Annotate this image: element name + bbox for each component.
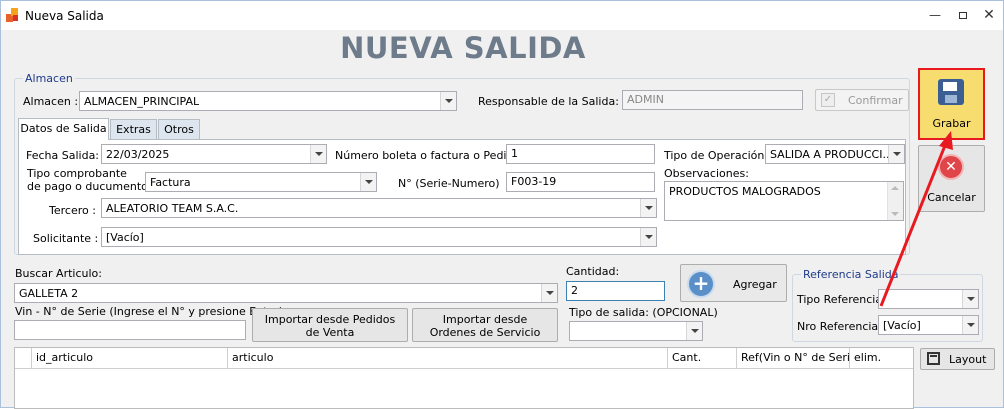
cancel-icon: ✕: [938, 154, 964, 180]
grid-col-ref[interactable]: Ref(Vin o N° de Seri...: [737, 348, 850, 368]
save-icon: [938, 79, 964, 105]
title-bar: Nueva Salida — ✕: [1, 1, 1003, 30]
almacen-label: Almacen :: [23, 95, 79, 108]
buscar-articulo-label: Buscar Articulo:: [15, 267, 102, 280]
tipo-operacion-label: Tipo de Operación:: [664, 149, 769, 162]
almacen-group-title: Almacen: [23, 72, 75, 85]
tipo-comprobante-combo[interactable]: Factura: [145, 172, 377, 192]
numero-label: Número boleta o factura o Pedido: [335, 149, 521, 162]
tercero-combo[interactable]: ALEATORIO TEAM S.A.C.: [101, 198, 657, 218]
add-icon: +: [687, 270, 715, 298]
agregar-button[interactable]: + Agregar: [680, 264, 787, 302]
layout-button[interactable]: Layout: [920, 348, 995, 370]
tipo-referencia-combo[interactable]: [878, 289, 979, 309]
cantidad-field[interactable]: 2: [566, 281, 665, 301]
layout-icon: [927, 352, 940, 365]
referencia-group-title: Referencia Salida: [801, 268, 901, 281]
observaciones-label: Observaciones:: [664, 167, 749, 180]
tab-otros[interactable]: Otros: [158, 119, 200, 140]
minimize-icon[interactable]: —: [923, 5, 947, 25]
confirmar-button[interactable]: ✓ Confirmar: [815, 89, 909, 111]
nro-referencia-label: Nro Referencia: [797, 320, 879, 333]
observaciones-field[interactable]: PRODUCTOS MALOGRADOS: [664, 181, 904, 221]
nro-referencia-combo[interactable]: [Vacío]: [878, 315, 979, 335]
grid-row-header: [15, 348, 32, 368]
serie-label: N° (Serie-Numero): [398, 177, 500, 190]
tipo-salida-combo[interactable]: [569, 321, 703, 341]
tipo-comprobante-label: Tipo comprobante de pago o ducumento :: [27, 167, 156, 193]
tab-datos-de-salida[interactable]: Datos de Salida: [18, 118, 109, 141]
tipo-referencia-label: Tipo Referencia: [797, 293, 883, 306]
maximize-icon[interactable]: [951, 5, 975, 25]
fecha-label: Fecha Salida:: [26, 149, 100, 162]
grid-col-elim[interactable]: elim.: [850, 348, 913, 368]
cancelar-button[interactable]: ✕ Cancelar: [918, 145, 985, 212]
window: Nueva Salida — ✕ NUEVA SALIDA Almacen Al…: [0, 0, 1004, 409]
tipo-operacion-combo[interactable]: SALIDA A PRODUCCI...: [765, 144, 905, 164]
app-icon: [6, 8, 20, 22]
import-ordenes-button[interactable]: Importar desde Ordenes de Servicio: [412, 308, 558, 342]
close-icon[interactable]: ✕: [977, 5, 1001, 25]
fecha-salida-picker[interactable]: 22/03/2025: [101, 144, 327, 164]
serie-field[interactable]: F003-19: [506, 172, 655, 192]
responsable-field[interactable]: ADMIN: [622, 90, 803, 110]
almacen-combo[interactable]: ALMACEN_PRINCIPAL: [79, 91, 457, 111]
observaciones-scrollbar[interactable]: [887, 182, 903, 220]
numero-field[interactable]: 1: [506, 144, 655, 164]
buscar-articulo-combo[interactable]: GALLETA 2: [14, 283, 558, 303]
vin-label: Vin - N° de Serie (Ingrese el N° y presi…: [15, 305, 284, 318]
responsable-label: Responsable de la Salida:: [478, 95, 619, 108]
tipo-salida-label: Tipo de salida: (OPCIONAL): [569, 306, 718, 319]
grid-col-articulo[interactable]: articulo: [228, 348, 668, 368]
import-pedidos-button[interactable]: Importar desde Pedidos de Venta: [252, 308, 408, 342]
check-icon: ✓: [821, 93, 835, 107]
grabar-button[interactable]: Grabar: [918, 68, 985, 140]
tab-extras[interactable]: Extras: [110, 119, 157, 140]
solicitante-label: Solicitante :: [33, 232, 99, 245]
grid-col-cant[interactable]: Cant.: [668, 348, 737, 368]
cantidad-label: Cantidad:: [566, 265, 620, 278]
solicitante-combo[interactable]: [Vacío]: [101, 227, 657, 247]
tercero-label: Tercero :: [49, 204, 96, 217]
window-title: Nueva Salida: [25, 9, 104, 23]
articulos-grid[interactable]: id_articulo articulo Cant. Ref(Vin o N° …: [14, 347, 914, 409]
grid-col-id-articulo[interactable]: id_articulo: [32, 348, 228, 368]
page-title: NUEVA SALIDA: [340, 31, 586, 65]
vin-field[interactable]: [14, 320, 246, 340]
